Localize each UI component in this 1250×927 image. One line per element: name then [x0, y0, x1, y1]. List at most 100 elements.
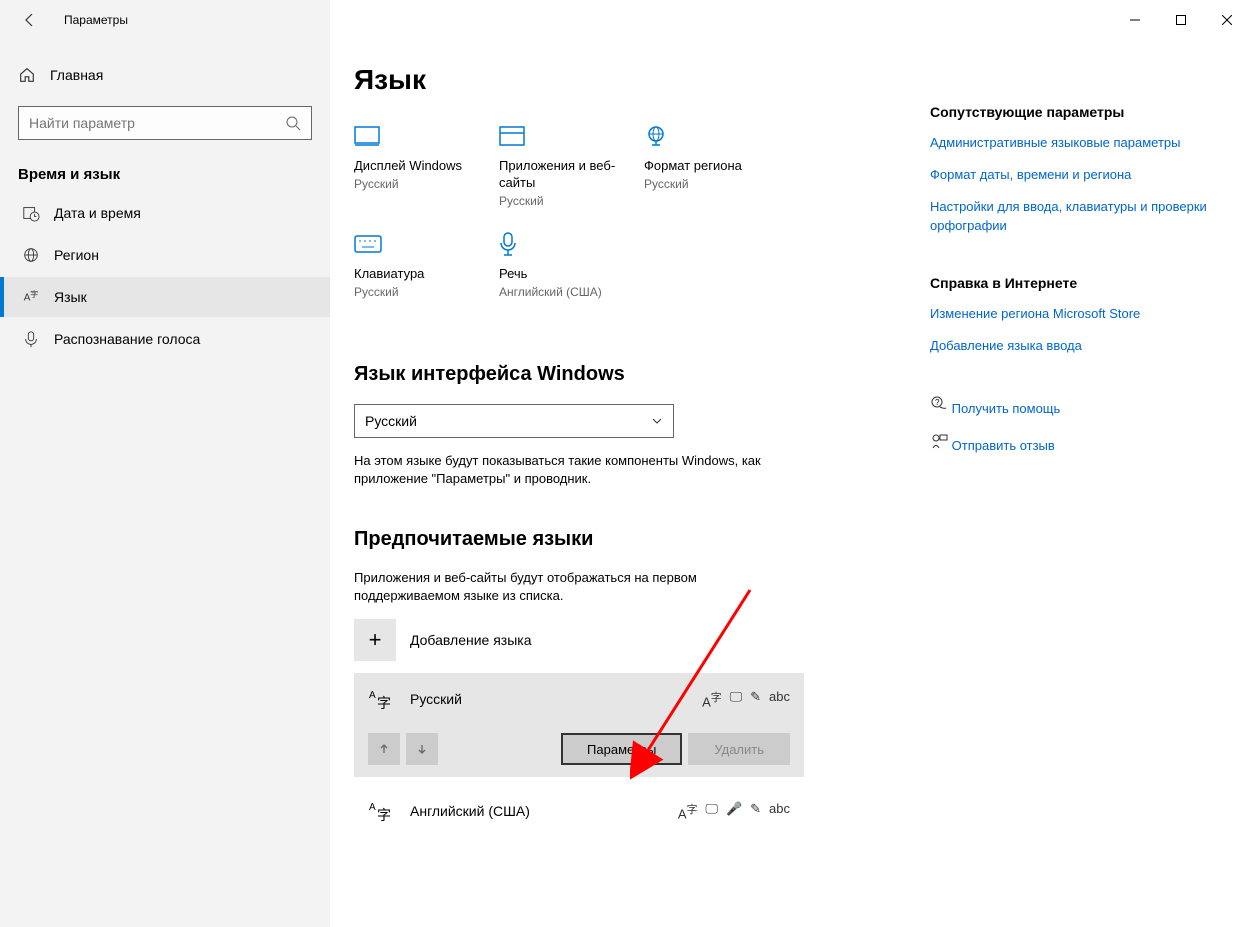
- feature-display-icon: A字: [678, 801, 698, 821]
- language-options-button[interactable]: Параметры: [561, 733, 682, 765]
- sidebar-item-speech[interactable]: Распознавание голоса: [0, 319, 330, 359]
- mic-icon: [499, 232, 517, 256]
- maximize-icon: [1176, 15, 1186, 25]
- tile-title: Приложения и веб-сайты: [499, 158, 644, 192]
- sidebar-item-label: Распознавание голоса: [54, 331, 200, 347]
- sidebar: Главная Время и язык Дата и время Регион…: [0, 40, 330, 927]
- titlebar: Параметры: [0, 0, 1250, 40]
- feedback-icon: [930, 432, 948, 450]
- minimize-icon: [1130, 15, 1140, 25]
- preferred-languages-description: Приложения и веб-сайты будут отображатьс…: [354, 569, 754, 605]
- tile-title: Формат региона: [644, 158, 789, 175]
- plus-icon: +: [354, 619, 396, 661]
- microphone-icon: [22, 330, 40, 348]
- page-heading: Язык: [354, 64, 930, 96]
- feedback-link[interactable]: Отправить отзыв: [930, 432, 1210, 455]
- add-language-button[interactable]: + Добавление языка: [354, 619, 930, 661]
- tile-sub: Русский: [499, 194, 644, 208]
- related-settings-heading: Сопутствующие параметры: [930, 104, 1210, 120]
- feature-spellcheck-icon: abc: [769, 689, 790, 709]
- get-help-link[interactable]: ? Получить помощь: [930, 395, 1210, 418]
- preferred-languages-heading: Предпочитаемые языки: [354, 528, 930, 551]
- language-glyph-icon: A字: [368, 685, 396, 713]
- tile-speech[interactable]: Речь Английский (США): [499, 232, 644, 299]
- window-title: Параметры: [64, 13, 128, 27]
- related-link-date-format[interactable]: Формат даты, времени и региона: [930, 166, 1210, 184]
- calendar-clock-icon: [22, 204, 40, 222]
- feature-speech-icon: 🎤: [726, 801, 742, 821]
- feature-handwriting-icon: ✎: [750, 801, 761, 821]
- language-remove-button: Удалить: [688, 733, 790, 765]
- minimize-button[interactable]: [1112, 0, 1158, 40]
- feature-tts-icon: 🖵: [730, 689, 743, 709]
- tile-keyboard[interactable]: Клавиатура Русский: [354, 232, 499, 299]
- sidebar-item-label: Регион: [54, 247, 99, 263]
- feature-tts-icon: 🖵: [705, 801, 718, 821]
- language-card-russian[interactable]: A字 Русский A字 🖵 ✎ abc Параметры Удалить: [354, 673, 804, 777]
- svg-text:字: 字: [377, 807, 391, 823]
- sidebar-item-label: Язык: [54, 289, 87, 305]
- move-up-button[interactable]: [368, 733, 400, 765]
- related-link-typing[interactable]: Настройки для ввода, клавиатуры и провер…: [930, 198, 1210, 234]
- svg-text:字: 字: [377, 695, 391, 711]
- language-icon: A字: [22, 288, 40, 306]
- display-language-description: На этом языке будут показываться такие к…: [354, 452, 794, 488]
- close-button[interactable]: [1204, 0, 1250, 40]
- maximize-button[interactable]: [1158, 0, 1204, 40]
- help-chat-icon: ?: [930, 395, 948, 413]
- tile-sub: Русский: [354, 177, 499, 191]
- web-help-heading: Справка в Интернете: [930, 275, 1210, 291]
- svg-text:A: A: [369, 690, 376, 701]
- sidebar-item-region[interactable]: Регион: [0, 235, 330, 275]
- sidebar-section-title: Время и язык: [0, 158, 330, 193]
- help-link-store-region[interactable]: Изменение региона Microsoft Store: [930, 305, 1210, 323]
- aside: Сопутствующие параметры Административные…: [930, 64, 1210, 927]
- display-language-heading: Язык интерфейса Windows: [354, 363, 930, 386]
- back-button[interactable]: [18, 8, 42, 32]
- language-glyph-icon: A字: [368, 797, 396, 825]
- tile-title: Клавиатура: [354, 266, 499, 283]
- close-icon: [1222, 15, 1232, 25]
- add-language-label: Добавление языка: [410, 632, 532, 648]
- sidebar-item-label: Дата и время: [54, 205, 141, 221]
- language-card-english[interactable]: A字 Английский (США) A字 🖵 🎤 ✎ abc: [354, 785, 804, 837]
- tile-title: Речь: [499, 266, 644, 283]
- feature-spellcheck-icon: abc: [769, 801, 790, 821]
- sidebar-item-language[interactable]: A字 Язык: [0, 277, 330, 317]
- main-content: Язык Дисплей Windows Русский Приложения …: [354, 64, 930, 927]
- move-down-button[interactable]: [406, 733, 438, 765]
- arrow-left-icon: [22, 12, 38, 28]
- display-icon: [354, 126, 380, 146]
- arrow-up-icon: [378, 743, 390, 755]
- language-name: Английский (США): [410, 803, 530, 819]
- globe-icon: [22, 246, 40, 264]
- tile-sub: Английский (США): [499, 285, 644, 299]
- tile-title: Дисплей Windows: [354, 158, 499, 175]
- keyboard-icon: [354, 235, 382, 253]
- sidebar-home[interactable]: Главная: [0, 58, 330, 92]
- language-name: Русский: [410, 691, 462, 707]
- search-box[interactable]: [18, 106, 312, 140]
- dropdown-value: Русский: [365, 413, 417, 429]
- globe-stand-icon: [644, 124, 668, 148]
- home-icon: [18, 66, 36, 84]
- language-features: A字 🖵 🎤 ✎ abc: [678, 801, 790, 821]
- sidebar-item-date-time[interactable]: Дата и время: [0, 193, 330, 233]
- tile-sub: Русский: [644, 177, 789, 191]
- tile-region-format[interactable]: Формат региона Русский: [644, 124, 789, 208]
- tile-sub: Русский: [354, 285, 499, 299]
- tile-apps[interactable]: Приложения и веб-сайты Русский: [499, 124, 644, 208]
- window-icon: [499, 126, 525, 146]
- svg-text:字: 字: [30, 289, 38, 299]
- search-input[interactable]: [29, 115, 285, 131]
- display-language-dropdown[interactable]: Русский: [354, 404, 674, 438]
- related-link-admin[interactable]: Административные языковые параметры: [930, 134, 1210, 152]
- arrow-down-icon: [416, 743, 428, 755]
- help-link-add-input[interactable]: Добавление языка ввода: [930, 337, 1210, 355]
- feature-display-icon: A字: [702, 689, 722, 709]
- sidebar-home-label: Главная: [50, 67, 103, 83]
- tile-display[interactable]: Дисплей Windows Русский: [354, 124, 499, 208]
- feature-handwriting-icon: ✎: [750, 689, 761, 709]
- language-features: A字 🖵 ✎ abc: [702, 689, 790, 709]
- search-icon: [285, 115, 301, 131]
